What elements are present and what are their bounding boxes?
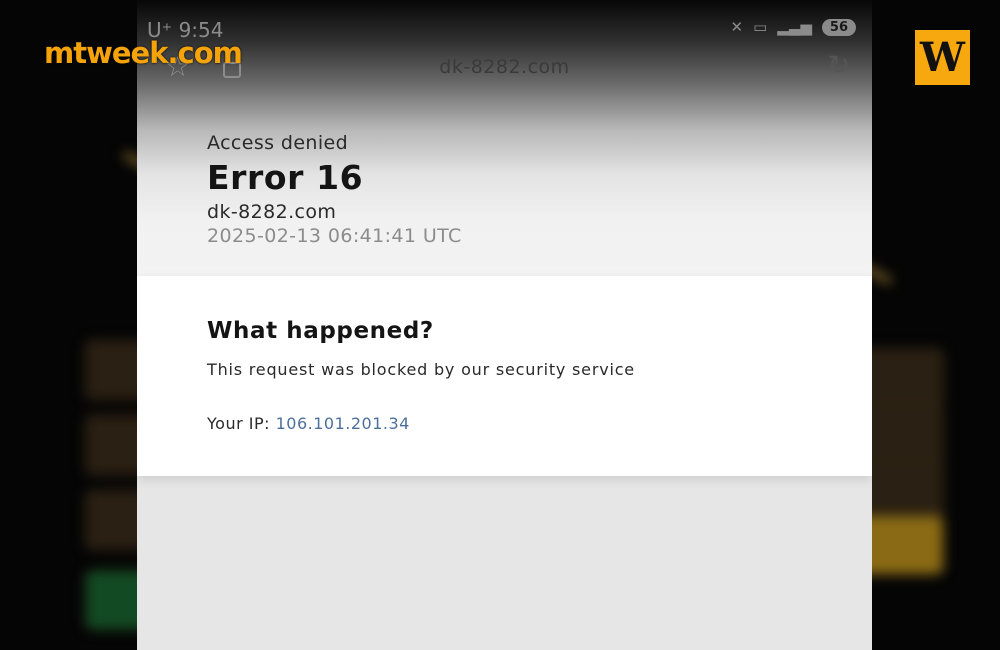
what-happened-heading: What happened? xyxy=(207,318,434,344)
refresh-icon[interactable]: ↻ xyxy=(827,50,850,81)
ip-line: Your IP: 106.101.201.34 xyxy=(207,414,410,433)
brand-logo: W xyxy=(915,30,970,85)
brand-watermark: mtweek.com xyxy=(44,36,243,70)
mute-icon: ✕ xyxy=(730,18,744,36)
browser-toolbar: ☆ dk-8282.com ↻ xyxy=(137,48,872,88)
phone-screenshot: U⁺ 9:54 ✕ ▭ ▂▃▅ 56 ☆ dk-8282.com ↻ Acces… xyxy=(137,0,872,650)
access-denied-label: Access denied xyxy=(207,132,349,154)
ip-label: Your IP: xyxy=(207,414,270,433)
error-header: Access denied Error 16 dk-8282.com 2025-… xyxy=(207,132,462,247)
error-title: Error 16 xyxy=(207,158,364,197)
ip-value: 106.101.201.34 xyxy=(275,414,410,433)
status-bar: U⁺ 9:54 ✕ ▭ ▂▃▅ 56 xyxy=(137,14,872,44)
error-timestamp: 2025-02-13 06:41:41 UTC xyxy=(207,225,462,247)
error-domain: dk-8282.com xyxy=(207,201,337,223)
signal-icon: ▂▃▅ xyxy=(777,18,812,36)
address-bar[interactable]: dk-8282.com xyxy=(137,56,872,78)
blocked-message: This request was blocked by our security… xyxy=(207,360,635,379)
network-icon: ▭ xyxy=(753,18,768,36)
status-icons: ✕ ▭ ▂▃▅ 56 xyxy=(731,18,856,36)
battery-icon: 56 xyxy=(821,18,856,36)
details-card: What happened? This request was blocked … xyxy=(137,276,872,476)
